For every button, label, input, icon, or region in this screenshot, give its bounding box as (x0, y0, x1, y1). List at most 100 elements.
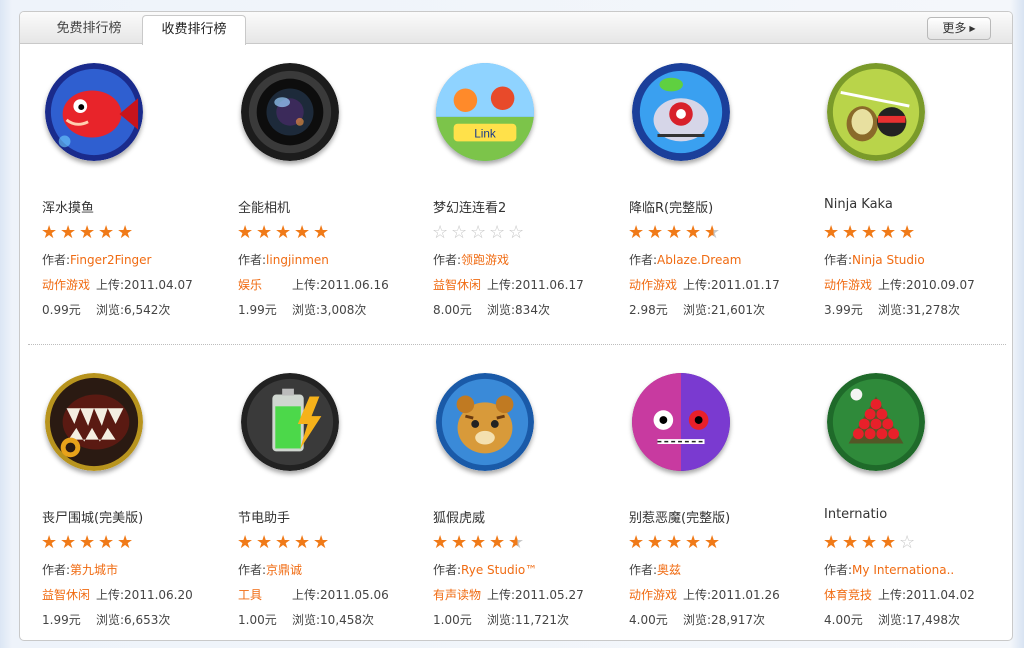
price-line: 1.00元 浏览:10,458次 (238, 611, 374, 628)
star-icon: ★ (98, 532, 115, 553)
category-link[interactable]: 动作游戏 (42, 278, 90, 292)
star-icon: ★ (41, 532, 58, 553)
fish-game-icon[interactable] (45, 63, 143, 161)
category-link[interactable]: 益智休闲 (433, 278, 481, 292)
author-line: 作者:My Internationa.. (824, 561, 954, 578)
price-line: 1.99元 浏览:6,653次 (42, 611, 170, 628)
view-count: 11,721次 (515, 613, 570, 627)
category-link[interactable]: 体育竞技 (824, 588, 872, 602)
star-icon: ★ (880, 532, 897, 553)
app-name[interactable]: 梦幻连连看2 (433, 197, 506, 216)
robot-monster-icon[interactable] (632, 63, 730, 161)
star-icon: ★ (117, 222, 134, 243)
zombie-mouth-icon[interactable] (45, 373, 143, 471)
tiger-book-icon[interactable] (436, 373, 534, 471)
category-link[interactable]: 动作游戏 (629, 588, 677, 602)
star-icon: ★ (294, 532, 311, 553)
author-link[interactable]: Ablaze.Dream (657, 253, 741, 267)
author-label: 作者: (629, 563, 658, 577)
author-link[interactable]: 奥兹 (657, 563, 681, 577)
author-link[interactable]: 领跑游戏 (461, 253, 509, 267)
link-link-game-icon[interactable]: Link (436, 63, 534, 161)
app-name[interactable]: 节电助手 (238, 507, 290, 526)
snooker-balls-icon[interactable] (827, 373, 925, 471)
app-name[interactable]: 狐假虎威 (433, 507, 485, 526)
views-label: 浏览: (487, 303, 516, 317)
star-icon: ★ (823, 532, 840, 553)
svg-text:Link: Link (474, 127, 496, 140)
author-link[interactable]: Finger2Finger (70, 253, 151, 267)
author-link[interactable]: 京鼎诚 (266, 563, 302, 577)
category-line: 有声读物 上传:2011.05.27 (433, 586, 584, 603)
app-name[interactable]: Internatio (824, 507, 887, 522)
app-name[interactable]: 浑水摸鱼 (42, 197, 94, 216)
star-icon: ★ (704, 224, 723, 242)
upload-label: 上传: (487, 588, 516, 602)
app-name[interactable]: 丧尸围城(完美版) (42, 507, 143, 526)
app-name[interactable]: 全能相机 (238, 197, 290, 216)
star-icon: ★ (41, 222, 58, 243)
rating-stars: ★ ★ ★ ★ ☆ (823, 532, 918, 553)
upload-date: 2011.04.02 (906, 588, 975, 602)
author-line: 作者:Ablaze.Dream (629, 251, 741, 268)
upload-label: 上传: (292, 278, 321, 292)
rating-stars: ★ ★ ★ ★ ★ (628, 533, 723, 552)
battery-icon[interactable] (241, 373, 339, 471)
app-card: 降临R(完整版) ★ ★ ★ ★ ★ 作者:Ablaze.Dream 动作游戏 上传:20… (625, 43, 815, 343)
category-link[interactable]: 工具 (238, 588, 262, 602)
ninja-fruit-icon[interactable] (827, 63, 925, 161)
upload-label: 上传: (96, 278, 125, 292)
author-link[interactable]: 第九城市 (70, 563, 118, 577)
app-name[interactable]: 别惹恶魔(完整版) (629, 507, 730, 526)
price: 0.99元 (42, 303, 81, 317)
star-icon: ★ (451, 532, 468, 553)
upload-label: 上传: (878, 588, 907, 602)
price-line: 4.00元 浏览:28,917次 (629, 611, 765, 628)
upload-label: 上传: (878, 278, 907, 292)
author-link[interactable]: lingjinmen (266, 253, 329, 267)
upload-date: 2011.06.20 (124, 588, 193, 602)
star-icon: ★ (313, 222, 330, 243)
star-icon: ★ (256, 532, 273, 553)
rating-stars: ★ ★ ★ ★ ★ (237, 532, 332, 553)
star-icon: ★ (117, 532, 134, 553)
author-link[interactable]: Rye Studio™ (461, 563, 537, 577)
star-icon: ★ (313, 532, 330, 553)
category-link[interactable]: 动作游戏 (824, 278, 872, 292)
rating-stars: ★ ★ ★ ★ ★ (237, 222, 332, 243)
tab-free-ranking[interactable]: 免费排行榜 (34, 15, 144, 43)
more-button[interactable]: 更多 ▶ (927, 17, 991, 40)
price-line: 3.99元 浏览:31,278次 (824, 301, 960, 318)
author-link[interactable]: My Internationa.. (852, 563, 954, 577)
star-icon: ★ (628, 222, 645, 243)
upload-date: 2011.06.16 (320, 278, 389, 292)
app-card: Internatio ★ ★ ★ ★ ☆ 作者:My Internationa.. 体育… (820, 353, 1010, 640)
author-label: 作者: (433, 563, 462, 577)
category-line: 动作游戏 上传:2010.09.07 (824, 276, 975, 293)
price-line: 0.99元 浏览:6,542次 (42, 301, 170, 318)
price: 2.98元 (629, 303, 668, 317)
star-icon: ★ (842, 222, 859, 243)
devil-face-icon[interactable] (632, 373, 730, 471)
camera-lens-icon[interactable] (241, 63, 339, 161)
star-icon: ★ (98, 222, 115, 243)
star-icon: ★ (237, 532, 254, 553)
star-icon: ★ (823, 222, 840, 243)
star-icon: ★ (60, 222, 77, 243)
author-link[interactable]: Ninja Studio (852, 253, 925, 267)
price: 1.00元 (238, 613, 277, 627)
author-label: 作者: (238, 253, 267, 267)
price: 4.00元 (629, 613, 668, 627)
app-name[interactable]: 降临R(完整版) (629, 197, 713, 216)
category-link[interactable]: 娱乐 (238, 278, 262, 292)
category-link[interactable]: 有声读物 (433, 588, 481, 602)
category-link[interactable]: 动作游戏 (629, 278, 677, 292)
category-line: 体育竞技 上传:2011.04.02 (824, 586, 975, 603)
tab-paid-ranking[interactable]: 收费排行榜 (142, 15, 246, 45)
star-icon: ★ (256, 222, 273, 243)
app-row: 丧尸围城(完美版) ★ ★ ★ ★ ★ 作者:第九城市 益智休闲 上传:2011.06.2… (20, 353, 1012, 640)
upload-label: 上传: (292, 588, 321, 602)
category-link[interactable]: 益智休闲 (42, 588, 90, 602)
star-icon: ★ (79, 222, 96, 243)
app-name[interactable]: Ninja Kaka (824, 197, 893, 212)
